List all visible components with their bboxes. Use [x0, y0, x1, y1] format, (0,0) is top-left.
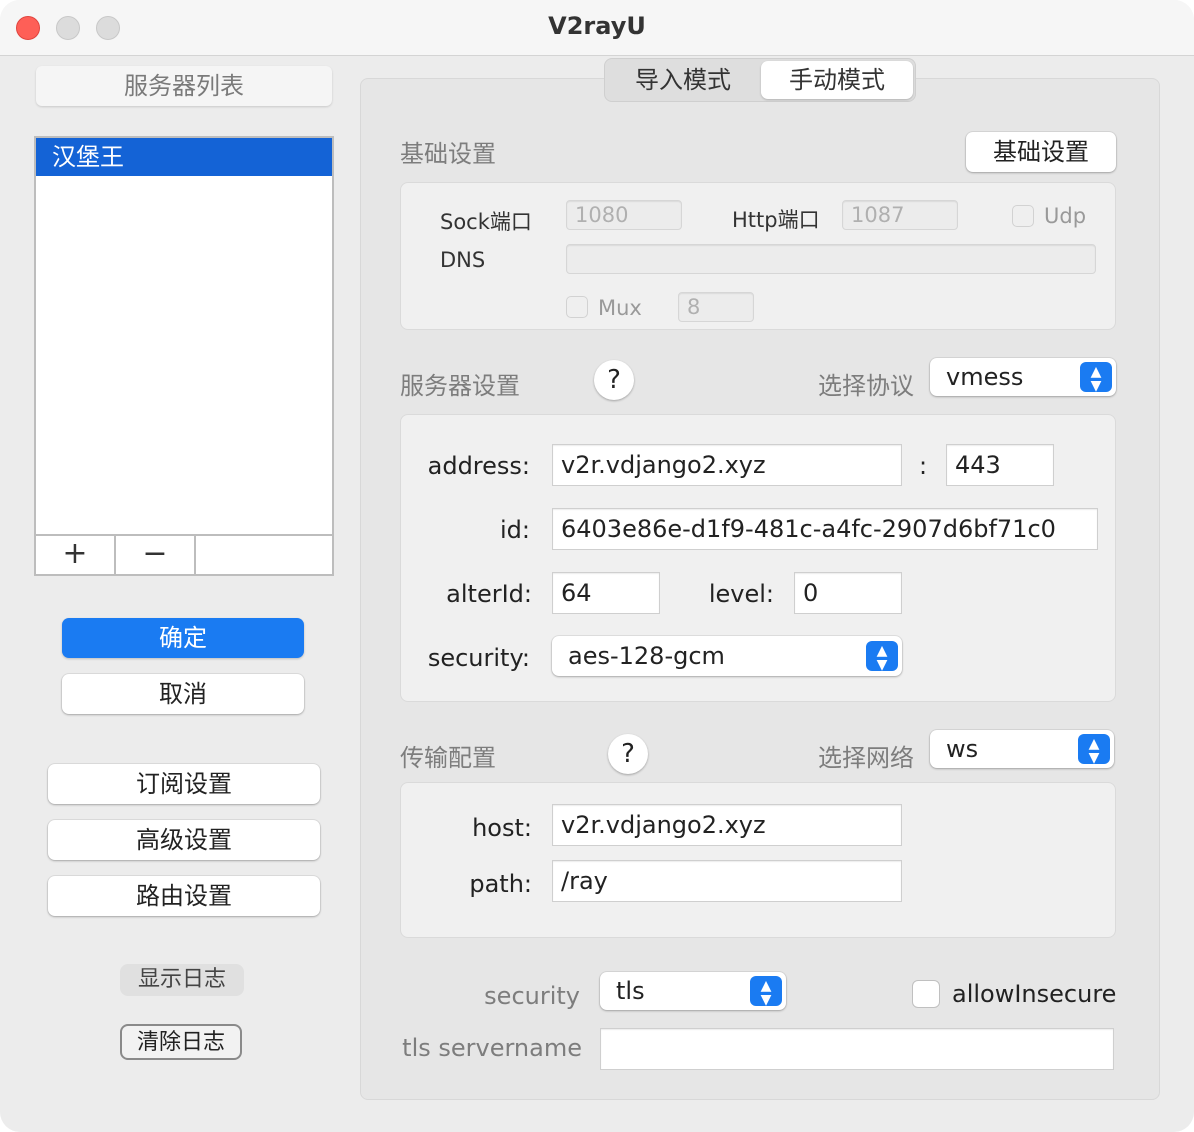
server-security-label: security: — [427, 644, 530, 672]
protocol-value: vmess — [946, 363, 1024, 391]
tab-manual-mode[interactable]: 手动模式 — [761, 61, 913, 99]
server-list-toolbar: + − — [36, 534, 332, 574]
udp-checkbox[interactable] — [1012, 205, 1034, 227]
mux-label: Mux — [598, 296, 642, 320]
clear-log-button[interactable]: 清除日志 — [120, 1024, 242, 1060]
updown-chevron-icon: ▲ ▼ — [866, 641, 898, 672]
server-list-header: 服务器列表 — [36, 66, 332, 106]
address-field[interactable]: v2r.vdjango2.xyz — [552, 444, 902, 486]
mux-checkbox[interactable] — [566, 296, 588, 318]
host-field[interactable]: v2r.vdjango2.xyz — [552, 804, 902, 846]
id-label: id: — [500, 516, 530, 544]
alterid-field[interactable]: 64 — [552, 572, 660, 614]
port-separator: : — [918, 452, 928, 480]
path-field[interactable]: /ray — [552, 860, 902, 902]
tls-security-select[interactable]: tls ▲ ▼ — [600, 972, 786, 1010]
confirm-button[interactable]: 确定 — [62, 618, 304, 658]
window-title: V2rayU — [548, 12, 646, 40]
path-label: path: — [469, 870, 532, 898]
server-list[interactable]: 汉堡王 + − — [34, 136, 334, 576]
network-select[interactable]: ws ▲ ▼ — [930, 730, 1114, 768]
server-security-value: aes-128-gcm — [568, 642, 725, 670]
server-list-item[interactable]: 汉堡王 — [36, 138, 332, 176]
server-settings-label: 服务器设置 — [400, 372, 520, 400]
dns-label: DNS — [440, 248, 486, 272]
server-security-select[interactable]: aes-128-gcm ▲ ▼ — [552, 636, 902, 676]
http-port-field[interactable]: 1087 — [842, 200, 958, 230]
tls-servername-field[interactable] — [600, 1028, 1114, 1070]
alterid-label: alterId: — [446, 580, 532, 608]
transport-help-button[interactable]: ? — [608, 734, 648, 774]
level-field[interactable]: 0 — [794, 572, 902, 614]
app-window: V2rayU 服务器列表 汉堡王 + − 确定 取消 订阅设置 高级设置 路由设… — [0, 0, 1194, 1132]
mux-concurrency-field[interactable]: 8 — [678, 292, 754, 322]
updown-chevron-icon: ▲ ▼ — [1080, 362, 1112, 393]
port-field[interactable]: 443 — [946, 444, 1054, 486]
server-help-button[interactable]: ? — [594, 360, 634, 400]
tls-security-value: tls — [616, 977, 645, 1005]
add-server-button[interactable]: + — [36, 536, 116, 574]
tab-import-mode[interactable]: 导入模式 — [607, 61, 759, 99]
network-label: 选择网络 — [818, 744, 914, 772]
updown-chevron-icon: ▲ ▼ — [750, 976, 782, 1007]
level-label: level: — [708, 580, 774, 608]
routing-settings-button[interactable]: 路由设置 — [48, 876, 320, 916]
title-bar: V2rayU — [0, 0, 1194, 56]
allow-insecure-checkbox[interactable] — [912, 980, 940, 1008]
network-value: ws — [946, 735, 979, 763]
advanced-settings-button[interactable]: 高级设置 — [48, 820, 320, 860]
show-log-button[interactable]: 显示日志 — [120, 964, 244, 996]
subscription-settings-button[interactable]: 订阅设置 — [48, 764, 320, 804]
host-label: host: — [472, 814, 532, 842]
protocol-label: 选择协议 — [818, 372, 914, 400]
mode-tabs: 导入模式 手动模式 — [604, 58, 916, 102]
updown-chevron-icon: ▲ ▼ — [1078, 734, 1110, 765]
id-field[interactable]: 6403e86e-d1f9-481c-a4fc-2907d6bf71c0 — [552, 508, 1098, 550]
transport-settings-label: 传输配置 — [400, 744, 496, 772]
allow-insecure-label: allowInsecure — [952, 980, 1117, 1008]
udp-label: Udp — [1044, 204, 1087, 228]
protocol-select[interactable]: vmess ▲ ▼ — [930, 358, 1116, 396]
dns-field[interactable] — [566, 244, 1096, 274]
basic-settings-label: 基础设置 — [400, 140, 496, 168]
sock-port-field[interactable]: 1080 — [566, 200, 682, 230]
basic-settings-button[interactable]: 基础设置 — [966, 132, 1116, 172]
http-port-label: Http端口 — [732, 208, 820, 232]
address-label: address: — [427, 452, 530, 480]
sock-port-label: Sock端口 — [440, 210, 532, 234]
tls-servername-label: tls servername — [402, 1034, 582, 1062]
tls-security-label: security — [484, 982, 580, 1010]
cancel-button[interactable]: 取消 — [62, 674, 304, 714]
remove-server-button[interactable]: − — [116, 536, 196, 574]
